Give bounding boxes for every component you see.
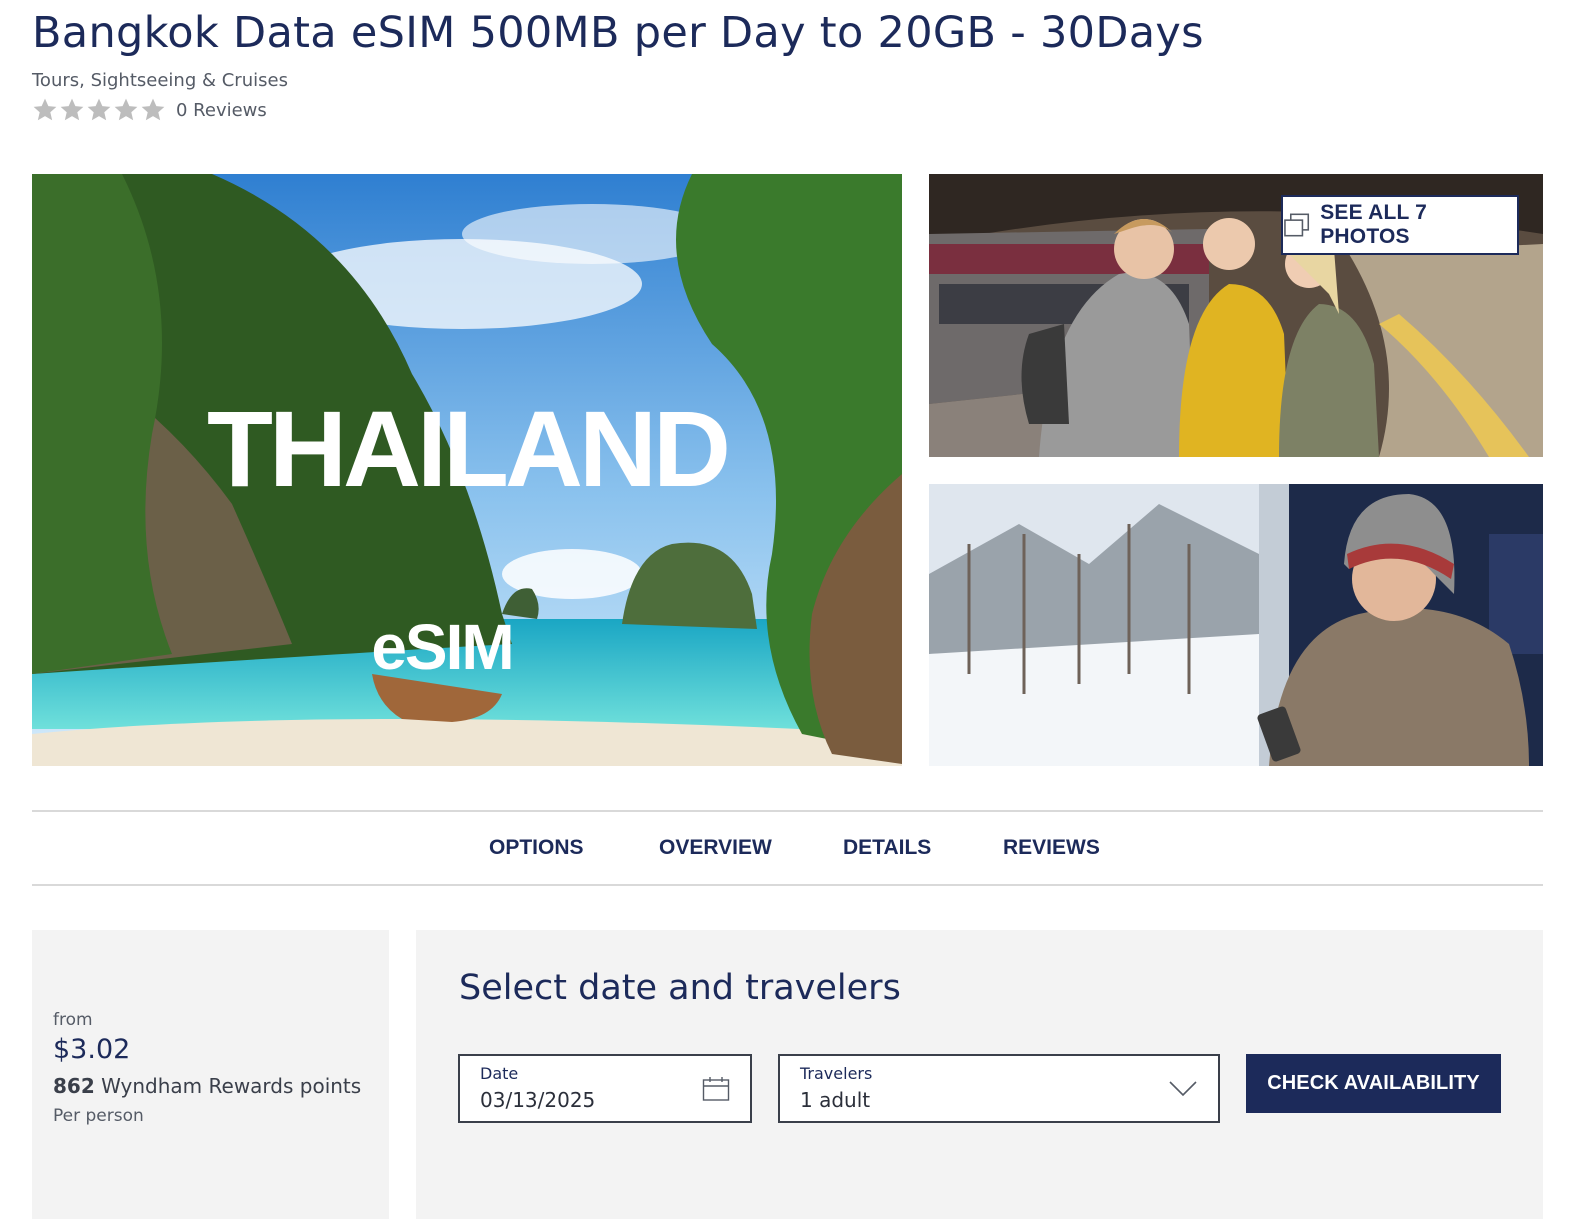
- gallery-photo-train[interactable]: [929, 484, 1543, 766]
- rewards-points-label: Wyndham Rewards points: [101, 1074, 362, 1098]
- product-category[interactable]: Tours, Sightseeing & Cruises: [32, 70, 288, 91]
- page-title: Bangkok Data eSIM 500MB per Day to 20GB …: [32, 8, 1204, 58]
- star-icon: [33, 98, 57, 121]
- main-photo-subtitle: eSIM: [371, 611, 512, 683]
- star-icon: [60, 98, 84, 121]
- rating-summary[interactable]: 0 Reviews: [32, 97, 267, 123]
- travelers-value: 1 adult: [800, 1088, 871, 1112]
- check-availability-button[interactable]: CHECK AVAILABILITY: [1246, 1054, 1501, 1113]
- see-all-photos-button[interactable]: SEE ALL 7 PHOTOS: [1281, 195, 1519, 255]
- date-value: 03/13/2025: [480, 1088, 596, 1112]
- see-all-photos-label: SEE ALL 7 PHOTOS: [1320, 201, 1428, 248]
- tab-reviews[interactable]: REVIEWS: [1003, 836, 1100, 860]
- booking-title: Select date and travelers: [459, 968, 901, 1008]
- price-value: $3.02: [53, 1034, 131, 1065]
- rating-stars: [32, 97, 166, 123]
- section-tabs: OPTIONS OVERVIEW DETAILS REVIEWS: [32, 810, 1543, 886]
- main-photo-title: THAILAND: [207, 388, 727, 509]
- chevron-down-icon: [1169, 1081, 1197, 1097]
- star-icon: [141, 98, 165, 121]
- travelers-label: Travelers: [800, 1064, 873, 1083]
- per-person-label: Per person: [53, 1106, 144, 1126]
- calendar-icon[interactable]: [702, 1076, 730, 1102]
- star-icon: [114, 98, 138, 121]
- price-summary: from $3.02 862 Wyndham Rewards points Pe…: [32, 930, 389, 1219]
- date-picker-field[interactable]: Date 03/13/2025: [458, 1054, 752, 1123]
- rewards-points: 862 Wyndham Rewards points: [53, 1074, 361, 1098]
- rewards-points-value: 862: [53, 1074, 95, 1098]
- reviews-count-link[interactable]: 0 Reviews: [176, 100, 267, 121]
- price-from-label: from: [53, 1010, 93, 1030]
- tab-overview[interactable]: OVERVIEW: [659, 836, 772, 860]
- date-label: Date: [480, 1064, 519, 1083]
- travelers-select[interactable]: Travelers 1 adult: [778, 1054, 1220, 1123]
- tab-options[interactable]: OPTIONS: [489, 836, 584, 860]
- star-icon: [87, 98, 111, 121]
- main-photo[interactable]: THAILAND eSIM: [32, 174, 902, 766]
- booking-panel: Select date and travelers Date 03/13/202…: [416, 930, 1543, 1219]
- photos-icon: [1284, 213, 1310, 237]
- tab-details[interactable]: DETAILS: [843, 836, 931, 860]
